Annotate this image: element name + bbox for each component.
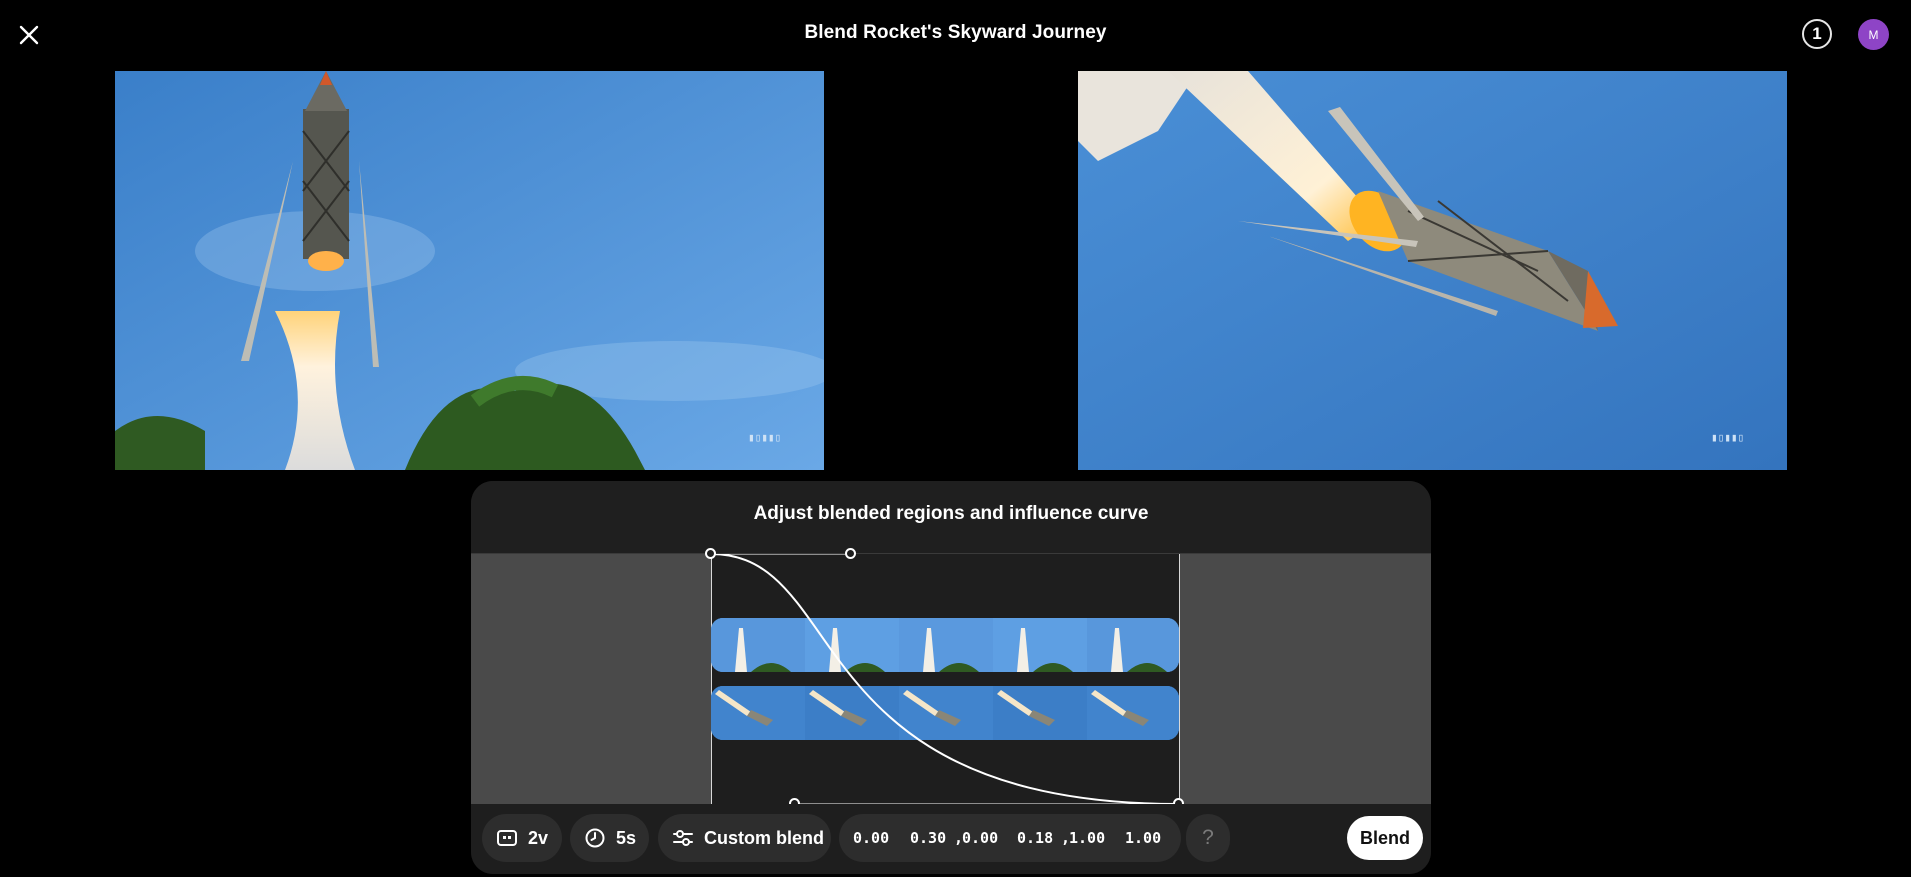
start-clip-filmstrip[interactable] <box>711 618 1179 672</box>
curve-value: 0.30 <box>910 829 947 847</box>
curve-start-point[interactable] <box>705 548 716 559</box>
blend-editor-panel: Adjust blended regions and influence cur… <box>471 481 1431 874</box>
clock-icon <box>585 828 605 848</box>
page-title: Blend Rocket's Skyward Journey <box>804 22 1107 43</box>
top-bar: Blend Rocket's Skyward Journey 1 M <box>0 0 1911 70</box>
curve-value: 1.00 <box>1069 829 1106 847</box>
frames-value: 2v <box>528 827 549 848</box>
curve-value: 0.18 <box>1017 829 1054 847</box>
panel-header: Adjust blended regions and influence cur… <box>471 481 1431 554</box>
svg-text:▮▯▮▮▯: ▮▯▮▮▯ <box>1711 431 1744 444</box>
excluded-region-left <box>471 554 711 804</box>
avatar[interactable]: M <box>1858 19 1889 50</box>
curve-values-display[interactable]: 0.00 0.30 , 0.00 0.18 , 1.00 1.00 <box>839 814 1181 862</box>
panel-title: Adjust blended regions and influence cur… <box>753 503 1149 524</box>
frames-icon <box>497 830 517 846</box>
blend-end-handle-line[interactable] <box>1179 554 1180 804</box>
blend-mode-selector[interactable]: Custom blend <box>658 814 831 862</box>
blend-start-handle-line[interactable] <box>711 554 712 804</box>
curve-value: 0.00 <box>962 829 999 847</box>
end-video-preview: ▮▯▮▮▯ <box>1078 71 1787 470</box>
credits-badge[interactable]: 1 <box>1802 19 1832 49</box>
curve-value: 0.00 <box>853 829 890 847</box>
start-video-preview: ▮▯▮▮▯ <box>115 71 824 470</box>
excluded-region-right <box>1179 554 1431 804</box>
blend-region-editor[interactable] <box>471 548 1431 809</box>
duration-value: 5s <box>616 827 637 848</box>
blend-controls: 2v 5s Custom blend 0.00 0.30 , 0.00 0.18… <box>471 804 1431 874</box>
sliders-icon <box>673 830 693 846</box>
end-clip-filmstrip[interactable] <box>711 686 1179 740</box>
duration-selector[interactable]: 5s <box>570 814 649 862</box>
curve-value: 1.00 <box>1125 829 1162 847</box>
curve-control-point-1[interactable] <box>845 548 856 559</box>
help-icon: ? <box>1202 826 1214 849</box>
blend-mode-label: Custom blend <box>704 827 824 848</box>
blend-button[interactable]: Blend <box>1347 816 1423 860</box>
frames-selector[interactable]: 2v <box>482 814 562 862</box>
help-button[interactable]: ? <box>1186 814 1230 862</box>
svg-text:▮▯▮▮▯: ▮▯▮▮▯ <box>748 431 781 444</box>
